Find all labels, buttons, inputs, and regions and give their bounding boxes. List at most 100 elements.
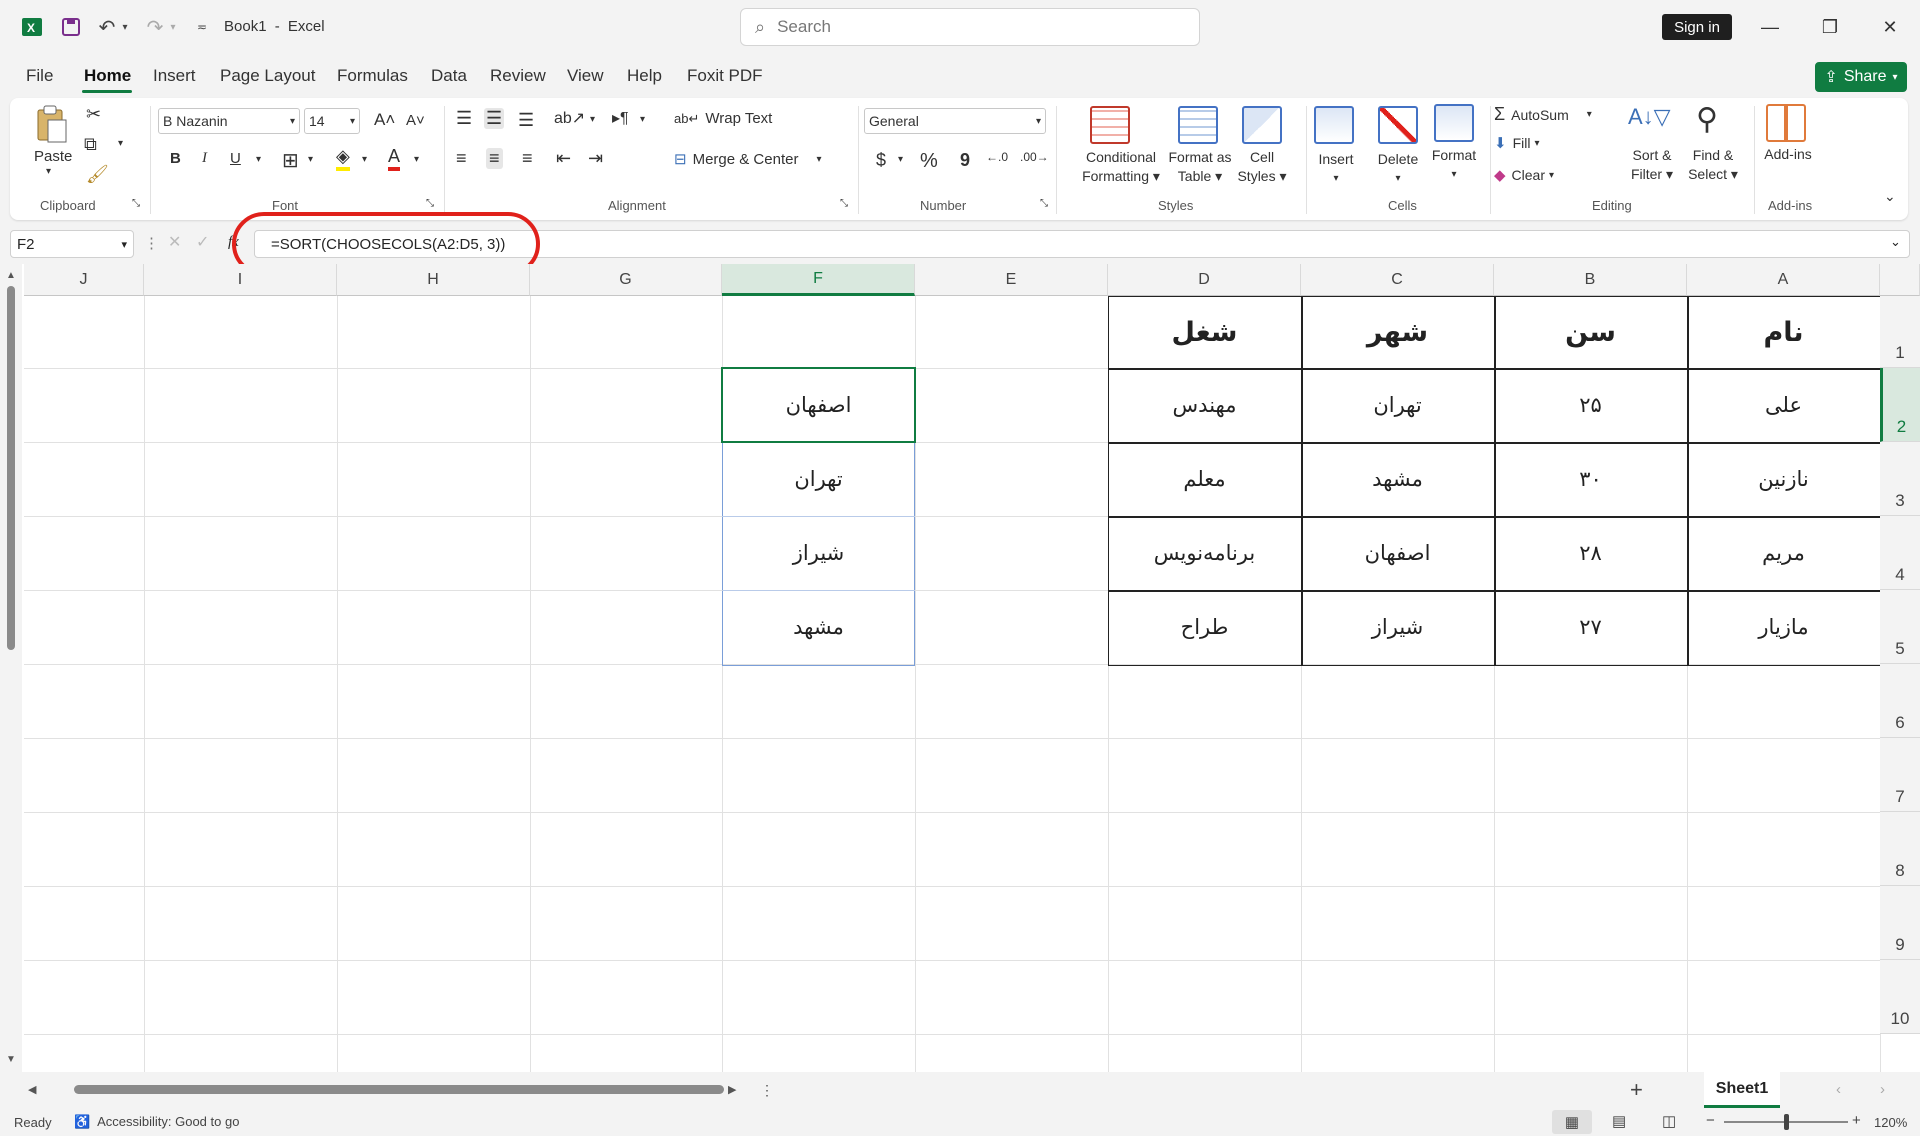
row-header-5[interactable]: 5 bbox=[1880, 590, 1920, 664]
more-options-icon[interactable]: ⋮ bbox=[144, 234, 159, 252]
undo-icon[interactable]: ↶ bbox=[94, 14, 120, 40]
insert-cells-icon[interactable] bbox=[1314, 106, 1354, 144]
align-top-icon[interactable]: ☰ bbox=[456, 108, 472, 129]
align-center-icon[interactable]: ≡ bbox=[486, 148, 503, 169]
scroll-left-icon[interactable]: ◀ bbox=[28, 1083, 36, 1096]
currency-button[interactable]: $ bbox=[876, 150, 886, 171]
cell-styles-icon[interactable] bbox=[1242, 106, 1282, 144]
cell-a2[interactable]: علی bbox=[1687, 368, 1880, 442]
column-header-e[interactable]: E bbox=[915, 264, 1108, 296]
tab-page-layout[interactable]: Page Layout bbox=[220, 66, 315, 86]
decrease-indent-icon[interactable]: ⇤ bbox=[556, 148, 571, 169]
chevron-down-icon[interactable]: ▾ bbox=[46, 166, 51, 177]
row-header-8[interactable]: 8 bbox=[1880, 812, 1920, 886]
percent-button[interactable]: % bbox=[920, 150, 938, 173]
clear-button[interactable]: ◆ Clear ▾ bbox=[1494, 166, 1554, 184]
format-as-table-button[interactable]: Format as Table ▾ bbox=[1160, 148, 1240, 186]
chevron-down-icon[interactable]: ▾ bbox=[308, 154, 313, 165]
format-cells-icon[interactable] bbox=[1434, 104, 1474, 142]
cell-f4[interactable]: شیراز bbox=[722, 516, 915, 590]
cell-b4[interactable]: ۲۸ bbox=[1494, 516, 1687, 590]
chevron-down-icon[interactable]: ▾ bbox=[118, 14, 132, 40]
tab-review[interactable]: Review bbox=[490, 66, 546, 86]
horizontal-scroll-thumb[interactable] bbox=[74, 1085, 724, 1094]
column-header-i[interactable]: I bbox=[144, 264, 337, 296]
cell-f3[interactable]: تهران bbox=[722, 442, 915, 516]
dialog-launcher-icon[interactable]: ⤡ bbox=[1040, 198, 1048, 209]
format-as-table-icon[interactable] bbox=[1178, 106, 1218, 144]
bold-button[interactable]: B bbox=[170, 150, 181, 167]
scroll-right-icon[interactable]: ▶ bbox=[728, 1083, 736, 1096]
text-direction-icon[interactable]: ▸¶ bbox=[612, 108, 629, 128]
row-header-6[interactable]: 6 bbox=[1880, 664, 1920, 738]
tab-file[interactable]: File bbox=[26, 66, 53, 86]
chevron-down-icon[interactable]: ▾ bbox=[118, 138, 123, 149]
row-header-7[interactable]: 7 bbox=[1880, 738, 1920, 812]
sort-filter-button[interactable]: Sort & Filter ▾ bbox=[1622, 146, 1682, 184]
find-select-button[interactable]: Find & Select ▾ bbox=[1680, 146, 1746, 184]
autosum-button[interactable]: Σ AutoSum ▾ bbox=[1494, 104, 1592, 125]
cut-icon[interactable]: ✂ bbox=[86, 104, 101, 125]
close-icon[interactable]: ✕ bbox=[1870, 12, 1910, 42]
worksheet-grid[interactable]: J I H G F E D C B A 1 2 3 4 5 6 7 8 9 10… bbox=[0, 264, 1920, 1072]
cell-a3[interactable]: نازنین bbox=[1687, 442, 1880, 516]
dialog-launcher-icon[interactable]: ⤡ bbox=[426, 198, 434, 209]
find-select-icon[interactable]: ⚲ bbox=[1696, 102, 1718, 137]
search-input[interactable]: ⌕ Search bbox=[740, 8, 1200, 46]
cell-d5[interactable]: طراح bbox=[1108, 590, 1301, 664]
tab-help[interactable]: Help bbox=[627, 66, 662, 86]
tab-home[interactable]: Home bbox=[84, 66, 131, 86]
sort-filter-icon[interactable]: A↓▽ bbox=[1628, 104, 1671, 130]
cell-d3[interactable]: معلم bbox=[1108, 442, 1301, 516]
format-cells-button[interactable]: Format ▾ bbox=[1424, 146, 1484, 184]
customize-toolbar-icon[interactable]: ≂ bbox=[192, 14, 212, 40]
next-sheet-icon[interactable]: › bbox=[1880, 1081, 1885, 1098]
dialog-launcher-icon[interactable]: ⤡ bbox=[132, 198, 140, 209]
merge-center-button[interactable]: ⊟ Merge & Center ▾ bbox=[674, 150, 822, 169]
column-header-d[interactable]: D bbox=[1108, 264, 1301, 296]
accessibility-status[interactable]: ♿ Accessibility: Good to go bbox=[74, 1114, 239, 1130]
chevron-down-icon[interactable]: ▾ bbox=[166, 14, 180, 40]
cell-d1[interactable]: شغل bbox=[1108, 296, 1301, 368]
restore-icon[interactable]: ❐ bbox=[1810, 12, 1850, 42]
font-name-dropdown[interactable]: B Nazanin ▾ bbox=[158, 108, 300, 134]
zoom-level[interactable]: 120% bbox=[1874, 1115, 1907, 1130]
vertical-scroll-thumb[interactable] bbox=[7, 286, 15, 650]
row-header-2[interactable]: 2 bbox=[1880, 368, 1920, 442]
increase-font-icon[interactable]: A˄ bbox=[374, 110, 395, 130]
more-options-icon[interactable]: ⋮ bbox=[760, 1082, 774, 1099]
orientation-icon[interactable]: ab↗ bbox=[554, 108, 585, 128]
add-ins-icon[interactable] bbox=[1766, 104, 1806, 142]
cell-styles-button[interactable]: Cell Styles ▾ bbox=[1232, 148, 1292, 186]
fill-color-icon[interactable]: ◈ bbox=[336, 146, 350, 171]
column-header-f[interactable]: F bbox=[722, 264, 915, 296]
tab-formulas[interactable]: Formulas bbox=[337, 66, 408, 86]
cell-b2[interactable]: ۲۵ bbox=[1494, 368, 1687, 442]
page-layout-view-icon[interactable]: ▤ bbox=[1612, 1112, 1626, 1130]
conditional-formatting-icon[interactable] bbox=[1090, 106, 1130, 144]
column-header-a[interactable]: A bbox=[1687, 264, 1880, 296]
add-sheet-icon[interactable]: + bbox=[1630, 1077, 1643, 1103]
chevron-down-icon[interactable]: ▾ bbox=[256, 154, 261, 165]
cell-a5[interactable]: مازیار bbox=[1687, 590, 1880, 664]
decrease-decimal-icon[interactable]: .00→ bbox=[1020, 150, 1049, 164]
delete-cells-icon[interactable] bbox=[1378, 106, 1418, 144]
name-box[interactable]: F2 ▾ bbox=[10, 230, 134, 258]
column-header-h[interactable]: H bbox=[337, 264, 530, 296]
redo-icon[interactable]: ↷ bbox=[142, 14, 168, 40]
cell-b3[interactable]: ۳۰ bbox=[1494, 442, 1687, 516]
cell-f5[interactable]: مشهد bbox=[722, 590, 915, 664]
expand-formula-bar-icon[interactable]: ⌄ bbox=[1890, 234, 1901, 250]
paste-button[interactable]: Paste bbox=[34, 148, 72, 165]
save-icon[interactable] bbox=[58, 14, 84, 40]
insert-cells-button[interactable]: Insert ▾ bbox=[1308, 150, 1364, 188]
sheet-tab-sheet1[interactable]: Sheet1 bbox=[1704, 1072, 1780, 1108]
wrap-text-button[interactable]: ab↵ Wrap Text bbox=[674, 110, 772, 127]
cell-d2[interactable]: مهندس bbox=[1108, 368, 1301, 442]
chevron-down-icon[interactable]: ▾ bbox=[362, 154, 367, 165]
tab-data[interactable]: Data bbox=[431, 66, 467, 86]
cell-c5[interactable]: شیراز bbox=[1301, 590, 1494, 664]
font-color-icon[interactable]: A bbox=[388, 146, 401, 171]
chevron-down-icon[interactable]: ▾ bbox=[898, 154, 903, 165]
column-header-g[interactable]: G bbox=[530, 264, 722, 296]
